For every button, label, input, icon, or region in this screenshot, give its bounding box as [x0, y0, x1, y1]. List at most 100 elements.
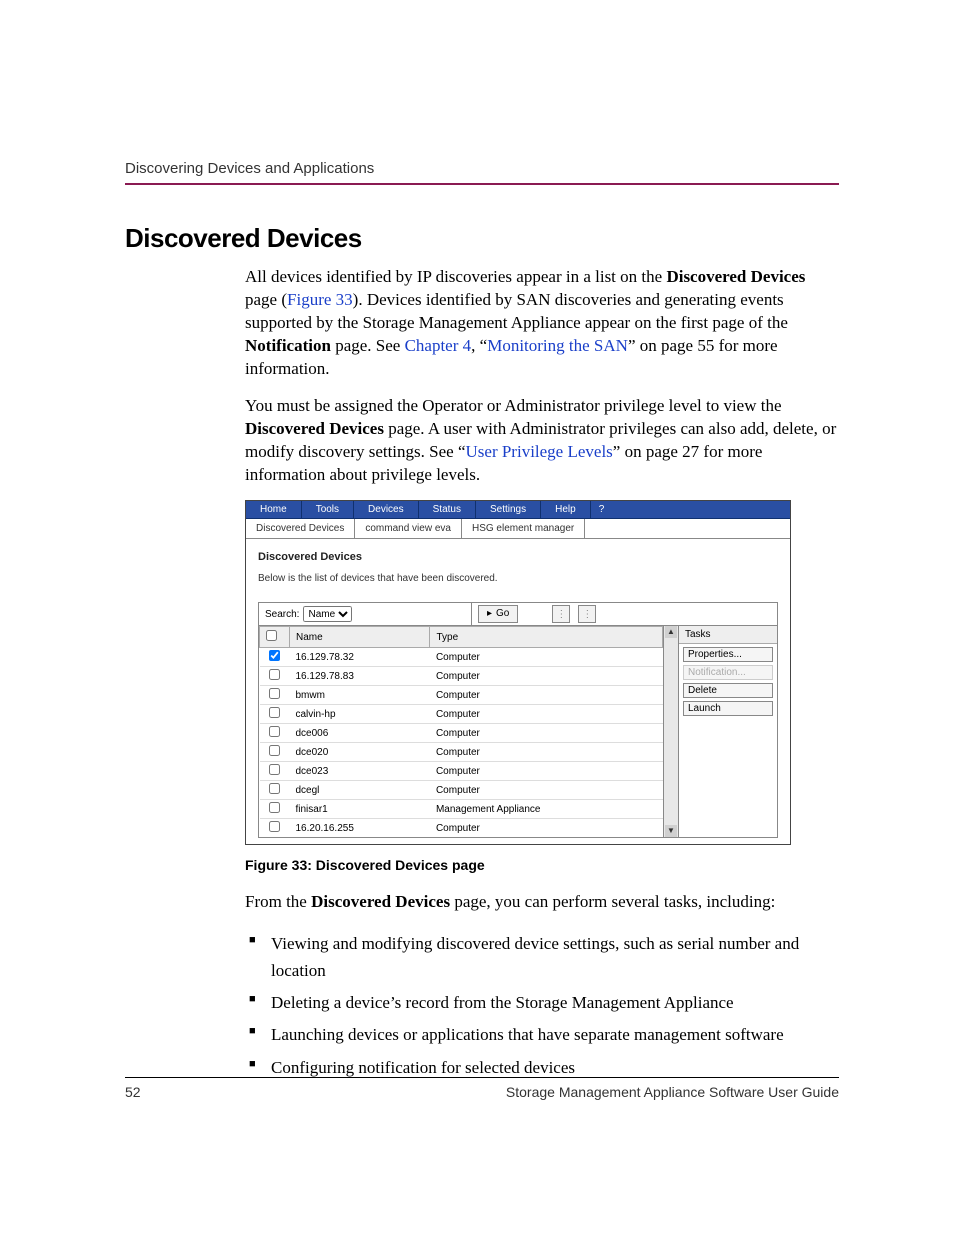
row-checkbox[interactable]	[269, 707, 280, 718]
text: All devices identified by IP discoveries…	[245, 267, 666, 286]
row-checkbox-cell	[260, 762, 290, 781]
figure-screenshot: Home Tools Devices Status Settings Help …	[245, 500, 791, 845]
row-checkbox[interactable]	[269, 802, 280, 813]
devices-table-wrap: Name Type 16.129.78.32Computer16.129.78.…	[258, 625, 778, 838]
menu-help[interactable]: Help	[541, 501, 591, 518]
table-row: dce006Computer	[260, 724, 663, 743]
text: page (	[245, 290, 287, 309]
row-type: Computer	[430, 667, 663, 686]
app-submenubar: Discovered Devices command view eva HSG …	[246, 519, 790, 539]
row-type: Computer	[430, 819, 663, 838]
go-label: Go	[496, 607, 509, 621]
table-row: 16.20.16.255Computer	[260, 819, 663, 838]
link-user-privilege-levels[interactable]: User Privilege Levels	[466, 442, 613, 461]
table-row: finisar1Management Appliance	[260, 800, 663, 819]
task-button-delete[interactable]: Delete	[683, 683, 773, 698]
menu-settings[interactable]: Settings	[476, 501, 541, 518]
table-row: 16.129.78.32Computer	[260, 648, 663, 667]
running-header: Discovering Devices and Applications	[125, 160, 839, 177]
row-checkbox[interactable]	[269, 821, 280, 832]
book-title: Storage Management Appliance Software Us…	[506, 1084, 839, 1100]
select-all-checkbox[interactable]	[266, 630, 277, 641]
row-checkbox[interactable]	[269, 688, 280, 699]
menu-devices[interactable]: Devices	[354, 501, 419, 518]
row-type: Computer	[430, 686, 663, 705]
row-checkbox[interactable]	[269, 745, 280, 756]
term-discovered-devices: Discovered Devices	[311, 892, 450, 911]
table-row: calvin-hpComputer	[260, 705, 663, 724]
go-button[interactable]: ▸ Go	[478, 605, 518, 623]
text: , “	[471, 336, 487, 355]
link-figure-33[interactable]: Figure 33	[287, 290, 353, 309]
search-bar: Search: Name ▸ Go ⋮ ⋮	[258, 602, 778, 625]
row-name: 16.20.16.255	[290, 819, 430, 838]
page-prev-button[interactable]: ⋮	[552, 605, 570, 623]
menu-status[interactable]: Status	[419, 501, 476, 518]
task-button-launch[interactable]: Launch	[683, 701, 773, 716]
devices-table: Name Type 16.129.78.32Computer16.129.78.…	[259, 626, 663, 837]
header-rule	[125, 183, 839, 185]
submenu-discovered-devices[interactable]: Discovered Devices	[246, 519, 355, 538]
row-checkbox-cell	[260, 648, 290, 667]
menu-help-icon[interactable]: ?	[591, 501, 613, 518]
row-name: dce020	[290, 743, 430, 762]
row-type: Management Appliance	[430, 800, 663, 819]
task-button-properties[interactable]: Properties...	[683, 647, 773, 662]
row-checkbox-cell	[260, 743, 290, 762]
tasks-bullet-list: Viewing and modifying discovered device …	[245, 931, 839, 1081]
row-name: dce006	[290, 724, 430, 743]
row-checkbox-cell	[260, 686, 290, 705]
page-next-button[interactable]: ⋮	[578, 605, 596, 623]
row-type: Computer	[430, 743, 663, 762]
row-type: Computer	[430, 762, 663, 781]
row-checkbox[interactable]	[269, 726, 280, 737]
link-chapter-4[interactable]: Chapter 4	[405, 336, 472, 355]
row-checkbox-cell	[260, 819, 290, 838]
vertical-scrollbar[interactable]: ▲ ▼	[663, 626, 678, 837]
row-checkbox[interactable]	[269, 650, 280, 661]
intro-paragraph-1: All devices identified by IP discoveries…	[245, 266, 839, 381]
section-title: Discovered Devices	[125, 223, 839, 254]
footer-rule	[125, 1077, 839, 1078]
text: From the	[245, 892, 311, 911]
list-item: Viewing and modifying discovered device …	[271, 931, 839, 984]
column-name-header[interactable]: Name	[290, 627, 430, 648]
row-type: Computer	[430, 724, 663, 743]
row-checkbox[interactable]	[269, 764, 280, 775]
page-number: 52	[125, 1084, 141, 1100]
table-row: dce020Computer	[260, 743, 663, 762]
row-checkbox-cell	[260, 724, 290, 743]
tasks-header: Tasks	[679, 626, 777, 644]
intro-paragraph-2: You must be assigned the Operator or Adm…	[245, 395, 839, 487]
play-icon: ▸	[487, 607, 492, 621]
scroll-up-icon[interactable]: ▲	[665, 626, 677, 638]
submenu-hsg-element-manager[interactable]: HSG element manager	[462, 519, 585, 538]
search-label: Search:	[265, 609, 299, 620]
row-checkbox[interactable]	[269, 783, 280, 794]
figure-caption: Figure 33: Discovered Devices page	[245, 857, 839, 873]
scroll-down-icon[interactable]: ▼	[665, 825, 677, 837]
table-row: bmwmComputer	[260, 686, 663, 705]
row-checkbox[interactable]	[269, 669, 280, 680]
row-type: Computer	[430, 705, 663, 724]
table-row: 16.129.78.83Computer	[260, 667, 663, 686]
link-monitoring-san[interactable]: Monitoring the SAN	[487, 336, 628, 355]
row-name: dce023	[290, 762, 430, 781]
tasks-intro-paragraph: From the Discovered Devices page, you ca…	[245, 891, 839, 914]
submenu-command-view-eva[interactable]: command view eva	[355, 519, 462, 538]
select-all-header	[260, 627, 290, 648]
row-checkbox-cell	[260, 705, 290, 724]
menu-home[interactable]: Home	[246, 501, 302, 518]
list-item: Launching devices or applications that h…	[271, 1022, 839, 1048]
column-type-header[interactable]: Type	[430, 627, 663, 648]
row-checkbox-cell	[260, 667, 290, 686]
tasks-panel: Tasks Properties...Notification...Delete…	[678, 626, 777, 837]
term-discovered-devices: Discovered Devices	[245, 419, 384, 438]
search-field-select[interactable]: Name	[303, 606, 352, 622]
row-name: 16.129.78.32	[290, 648, 430, 667]
table-row: dceglComputer	[260, 781, 663, 800]
menu-tools[interactable]: Tools	[302, 501, 354, 518]
term-discovered-devices: Discovered Devices	[666, 267, 805, 286]
row-name: finisar1	[290, 800, 430, 819]
text: page, you can perform several tasks, inc…	[450, 892, 775, 911]
